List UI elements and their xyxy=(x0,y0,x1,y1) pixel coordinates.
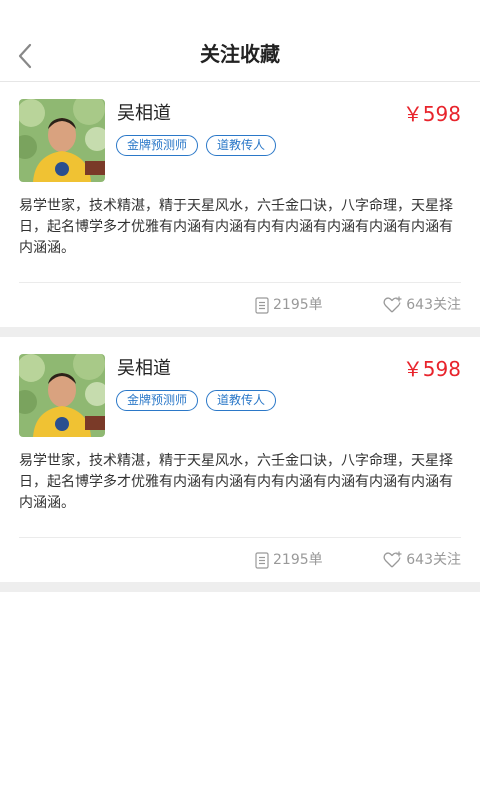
master-description: 易学世家，技术精湛，精于天星风水，六壬金口诀，八字命理，天星择日，起名博学多才优… xyxy=(19,453,453,511)
order-count-text: 2195单 xyxy=(273,552,323,568)
price: ￥598 xyxy=(402,102,461,126)
stats-row: 2195单 643关注 xyxy=(19,282,461,327)
tag-badge: 金牌预测师 xyxy=(116,135,199,156)
follow-count-text: 643关注 xyxy=(406,297,461,313)
card-divider xyxy=(0,582,480,592)
document-icon xyxy=(255,551,269,569)
order-count: 2195单 xyxy=(255,550,323,570)
avatar[interactable] xyxy=(19,354,105,437)
follow-button[interactable]: 643关注 xyxy=(383,295,461,315)
master-card[interactable]: 吴相道 ￥598 金牌预测师 道教传人 易学世家，技术精湛，精于天星风水，六壬金… xyxy=(0,337,480,582)
heart-plus-icon xyxy=(383,296,402,313)
follow-count-text: 643关注 xyxy=(406,552,461,568)
master-name: 吴相道 xyxy=(117,103,171,124)
order-count-text: 2195单 xyxy=(273,297,323,313)
top-bar: 关注收藏 xyxy=(0,0,480,82)
master-description: 易学世家，技术精湛，精于天星风水，六壬金口诀，八字命理，天星择日，起名博学多才优… xyxy=(19,198,453,256)
document-icon xyxy=(255,296,269,314)
avatar[interactable] xyxy=(19,99,105,182)
tag-badge: 金牌预测师 xyxy=(116,390,199,411)
master-name: 吴相道 xyxy=(117,358,171,379)
heart-plus-icon xyxy=(383,551,402,568)
card-divider xyxy=(0,327,480,337)
master-card[interactable]: 吴相道 ￥598 金牌预测师 道教传人 易学世家，技术精湛，精于天星风水，六壬金… xyxy=(0,82,480,327)
follow-button[interactable]: 643关注 xyxy=(383,550,461,570)
order-count: 2195单 xyxy=(255,295,323,315)
price: ￥598 xyxy=(402,357,461,381)
tag-badge: 道教传人 xyxy=(206,390,277,411)
tag-list: 金牌预测师 道教传人 xyxy=(116,135,277,156)
page-title: 关注收藏 xyxy=(200,42,280,66)
tag-list: 金牌预测师 道教传人 xyxy=(116,390,277,411)
stats-row: 2195单 643关注 xyxy=(19,537,461,582)
tag-badge: 道教传人 xyxy=(206,135,277,156)
